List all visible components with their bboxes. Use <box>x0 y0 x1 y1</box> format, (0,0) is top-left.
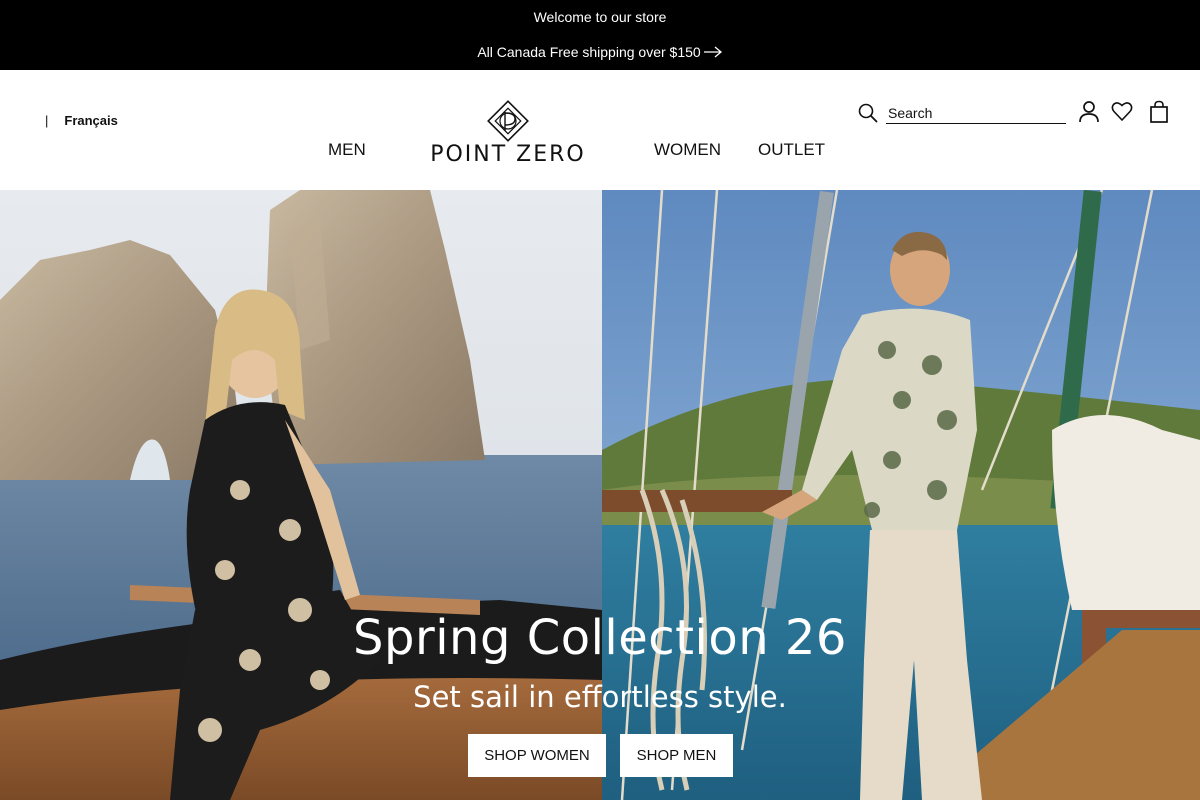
announcement-bar: Welcome to our store All Canada Free shi… <box>0 0 1200 70</box>
heart-icon[interactable] <box>1111 100 1133 124</box>
shop-women-button[interactable]: SHOP WOMEN <box>468 734 606 777</box>
search-icon[interactable] <box>858 103 878 123</box>
logo-diamond-icon <box>487 100 529 142</box>
nav-men[interactable]: MEN <box>328 140 366 160</box>
language-link-french[interactable]: Français <box>64 113 117 128</box>
hero-image-men <box>602 190 1200 800</box>
site-logo[interactable]: POINT ZERO <box>418 98 598 166</box>
shop-men-button[interactable]: SHOP MEN <box>620 734 733 777</box>
search-bar <box>858 102 1066 124</box>
nav-women[interactable]: WOMEN <box>654 140 721 160</box>
bag-icon[interactable] <box>1148 100 1170 124</box>
welcome-message: Welcome to our store <box>533 9 667 25</box>
nav-outlet[interactable]: OUTLET <box>758 140 825 160</box>
hero-image-women <box>0 190 602 800</box>
language-separator: | <box>45 113 49 128</box>
arrow-right-icon <box>703 46 722 58</box>
search-input[interactable] <box>886 102 1066 124</box>
site-header: | Français MEN POINT ZERO WOMEN OUTLET <box>0 70 1200 190</box>
account-icon[interactable] <box>1078 100 1100 124</box>
language-switcher: | Français <box>45 113 118 128</box>
hero-banner: Spring Collection 26 Set sail in effortl… <box>0 190 1200 800</box>
shipping-message: All Canada Free shipping over $150 <box>0 44 1200 60</box>
shipping-link[interactable]: All Canada Free shipping over $150 <box>477 44 722 60</box>
shipping-link-label: All Canada Free shipping over $150 <box>477 44 701 60</box>
logo-wordmark: POINT ZERO <box>430 142 586 167</box>
